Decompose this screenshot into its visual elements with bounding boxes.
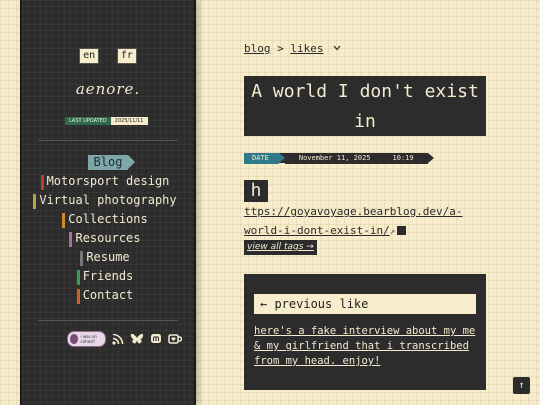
rss-icon[interactable] [111,332,125,346]
language-switcher: en fr [22,43,194,64]
external-link-icon: ↗ [389,227,396,237]
social-links: i was on cohost! [67,331,182,347]
post-body: h ttps://goyavoyage.bearblog.dev/a-world-… [244,180,486,242]
nav-color-bar [40,175,44,190]
square-icon [397,226,407,235]
breadcrumb-likes-link[interactable]: likes [290,42,323,55]
nav-color-bar [76,270,80,285]
nav-item-label: Collections [68,212,148,226]
nav-item-label: Motorsport design [46,174,170,188]
nav-item-label: Friends [82,269,134,283]
post-meta: DATE November 11, 2025 10:19 [244,153,434,164]
post-time: 10:19 [382,153,428,164]
nav-color-bar [76,289,80,304]
breadcrumb-separator: > [277,42,284,55]
nav-item-resources[interactable]: Resources [22,230,194,247]
lang-en-button[interactable]: en [79,48,100,64]
nav-color-bar [69,232,73,247]
sidebar-divider [38,320,178,321]
breadcrumb: blog > likes [244,41,341,55]
last-updated-badge: LAST UPDATED 2025/11/11 [65,117,148,125]
nav-item-label: Resources [75,231,141,245]
breadcrumb-blog-link[interactable]: blog [244,42,271,55]
mastodon-icon[interactable] [149,332,163,346]
sidebar-divider [38,140,178,141]
cohost-badge[interactable]: i was on cohost! [67,331,106,347]
date-label: DATE [244,153,279,164]
meta-arrow [427,153,434,163]
nav-color-bar [33,194,37,209]
cohost-logo-icon [70,334,78,344]
post-title: A world I don't exist in [244,76,486,136]
site-logo[interactable]: aenore. [22,80,194,98]
nav-item-virtual-photography[interactable]: Virtual photography [22,192,194,209]
previous-like-link[interactable]: here's a fake interview about my me & my… [254,324,478,369]
previous-like-card: ← previous like here's a fake interview … [244,274,486,390]
last-updated-label: LAST UPDATED [65,117,111,125]
nav-item-resume[interactable]: Resume [22,249,194,266]
nav-item-contact[interactable]: Contact [22,287,194,304]
nav-item-label: Contact [82,288,134,302]
post-date: November 11, 2025 [284,153,383,164]
nav-color-bar [80,251,84,266]
nav-item-blog[interactable]: Blog [22,154,194,170]
drop-cap: h [244,180,268,202]
kofi-icon[interactable] [168,332,182,346]
bluesky-icon[interactable] [130,332,144,346]
nav-item-collections[interactable]: Collections [22,211,194,228]
sidebar: en fr aenore. LAST UPDATED 2025/11/11 Bl… [20,0,196,405]
lang-fr-button[interactable]: fr [116,48,137,64]
nav-item-label: Virtual photography [39,193,177,207]
previous-like-label[interactable]: ← previous like [254,294,476,314]
chevron-down-icon[interactable] [333,41,341,54]
cohost-badge-text: i was on cohost! [80,334,97,344]
nav-item-motorsport-design[interactable]: Motorsport design [22,173,194,190]
nav-item-label: Blog [87,155,136,170]
nav-item-label: Resume [86,250,130,264]
back-to-top-button[interactable]: ↑ [513,377,530,394]
nav-item-friends[interactable]: Friends [22,268,194,285]
nav-color-bar [62,213,66,228]
last-updated-value: 2025/11/11 [110,117,148,125]
view-all-tags-button[interactable]: view all tags → [244,240,317,255]
post-link[interactable]: ttps://goyavoyage.bearblog.dev/a-world-i… [244,205,463,237]
